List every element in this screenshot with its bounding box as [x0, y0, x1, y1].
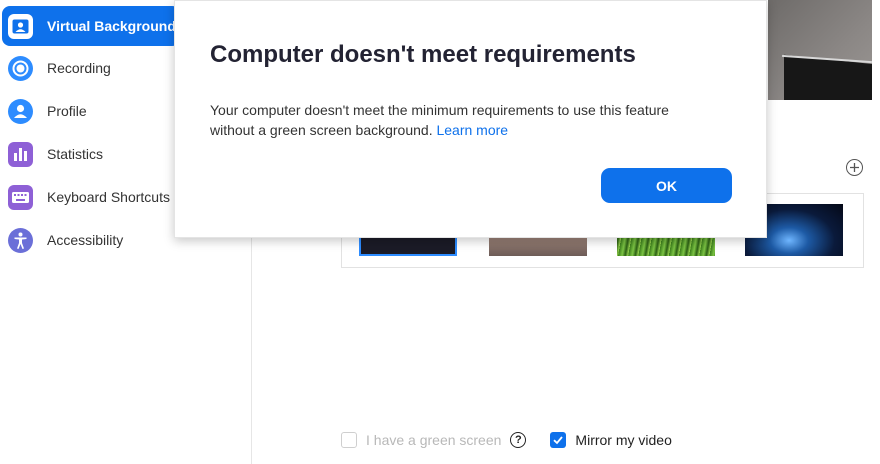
requirements-dialog: Computer doesn't meet requirements Your …: [174, 0, 767, 238]
video-options-row: I have a green screen ? Mirror my video: [341, 430, 672, 450]
sidebar-item-label: Accessibility: [47, 232, 124, 248]
sidebar-item-label: Virtual Background: [47, 18, 176, 34]
ok-button[interactable]: OK: [601, 168, 732, 203]
sidebar-item-label: Keyboard Shortcuts: [47, 189, 170, 205]
keyboard-icon: [8, 184, 33, 210]
checkmark-icon: [553, 436, 564, 445]
sidebar-item-virtual-background[interactable]: Virtual Background: [2, 6, 180, 46]
sidebar-item-label: Statistics: [47, 146, 104, 162]
mirror-video-checkbox[interactable]: [550, 432, 567, 448]
camera-preview: [768, 0, 872, 100]
person-background-icon: [8, 13, 33, 39]
learn-more-link[interactable]: Learn more: [436, 122, 508, 138]
bar-chart-icon: [8, 141, 33, 167]
plus-icon: [850, 163, 859, 172]
dialog-message: Your computer doesn't meet the minimum r…: [210, 100, 710, 140]
green-screen-checkbox[interactable]: [341, 432, 357, 448]
dialog-title: Computer doesn't meet requirements: [210, 41, 636, 68]
profile-icon: [8, 98, 33, 124]
record-icon: [8, 55, 33, 81]
sidebar-item-label: Recording: [47, 60, 111, 76]
sidebar-item-label: Profile: [47, 103, 87, 119]
mirror-video-label: Mirror my video: [575, 432, 672, 448]
green-screen-label: I have a green screen: [366, 432, 502, 448]
accessibility-icon: [8, 227, 33, 253]
help-icon[interactable]: ?: [510, 432, 527, 448]
add-background-button[interactable]: [846, 159, 863, 176]
